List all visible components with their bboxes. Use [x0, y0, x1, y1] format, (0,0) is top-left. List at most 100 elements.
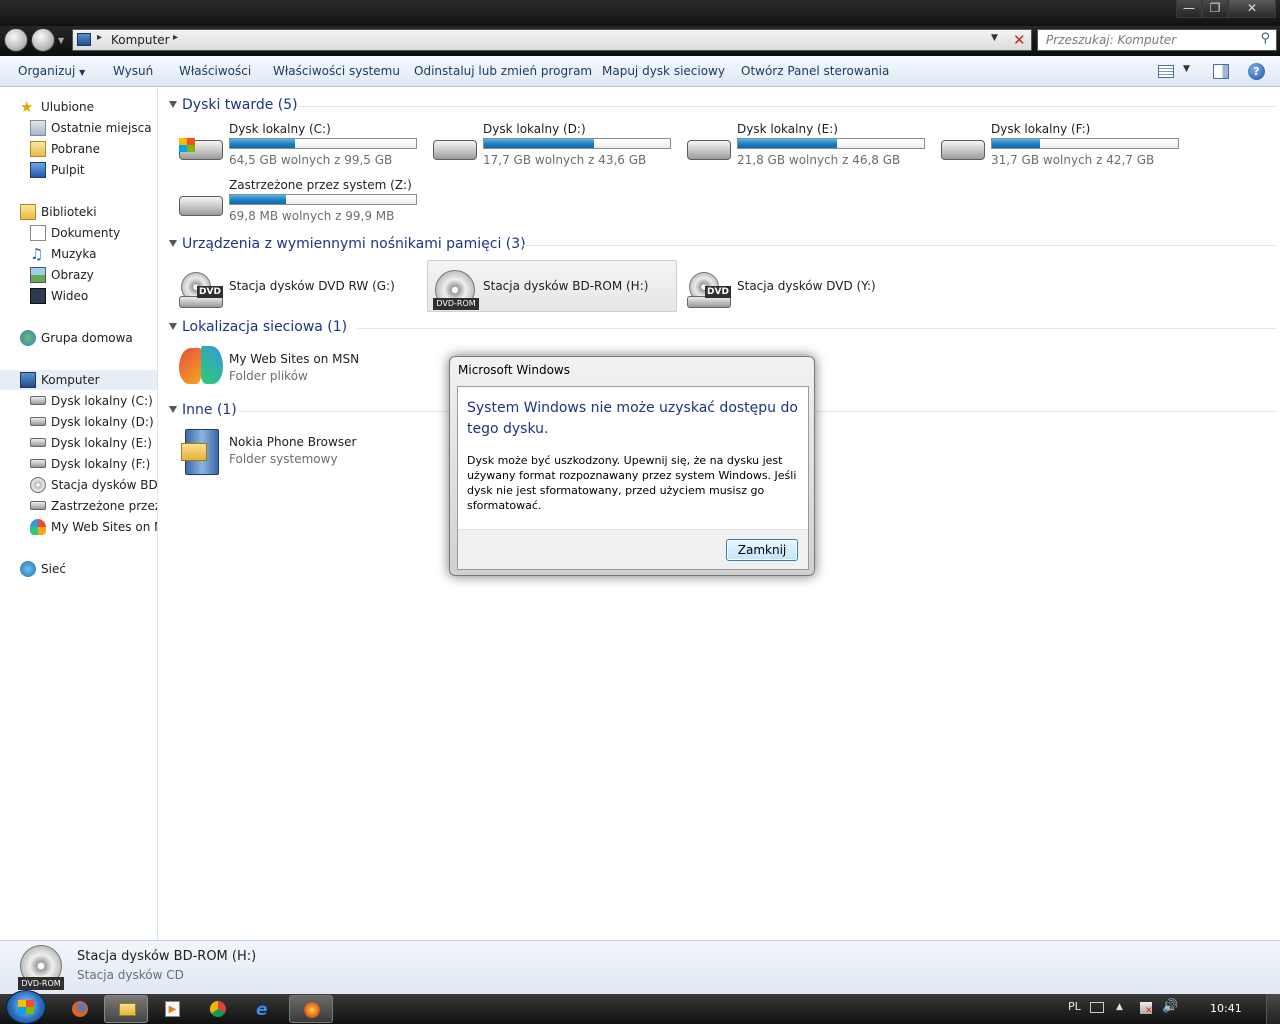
taskbar-chrome[interactable] [196, 995, 240, 1023]
details-item-type: Stacja dysków CD [77, 968, 184, 982]
taskbar-firefox[interactable] [58, 995, 102, 1023]
drive-tile-c[interactable]: Dysk lokalny (C:) 64,5 GB wolnych z 99,5… [177, 122, 425, 172]
stop-icon[interactable]: ✕ [1013, 31, 1026, 49]
nav-label: Dysk lokalny (F:) [51, 457, 151, 471]
drive-free-space: 31,7 GB wolnych z 42,7 GB [991, 153, 1155, 167]
back-button[interactable] [4, 28, 28, 52]
libraries-icon [20, 204, 36, 220]
close-window-button[interactable]: ✕ [1228, 0, 1276, 18]
group-header-hard-drives[interactable]: Dyski twarde (5) [169, 97, 1277, 117]
details-pane: DVD-ROM Stacja dysków BD-ROM (H:) Stacja… [0, 940, 1280, 994]
recent-pages-icon[interactable]: ▼ [58, 36, 64, 45]
computer-icon [20, 372, 36, 388]
drive-name: Zastrzeżone przez system (Z:) [229, 178, 412, 192]
dvd-drive-icon: DVD [685, 270, 735, 310]
drive-tile-d[interactable]: Dysk lokalny (D:) 17,7 GB wolnych z 43,6… [431, 122, 679, 172]
chevron-down-icon[interactable]: ▼ [1183, 64, 1190, 74]
taskbar: ▶ e PL ▲ ✕ 🔊 10:41 [0, 990, 1280, 1024]
group-header-network[interactable]: Lokalizacja sieciowa (1) [169, 319, 1277, 339]
breadcrumb-computer[interactable]: Komputer [111, 33, 170, 47]
nav-drive-h[interactable]: Stacja dysków BD-ROM (H:) [30, 475, 157, 495]
nav-label: Komputer [41, 373, 100, 387]
nav-msn-sites[interactable]: My Web Sites on MSN [30, 517, 157, 537]
group-header-removable[interactable]: Urządzenia z wymiennymi nośnikami pamięc… [169, 236, 1277, 256]
nav-videos[interactable]: Wideo [30, 286, 155, 306]
minimize-button[interactable]: — [1176, 0, 1202, 18]
nav-label: Pulpit [51, 163, 85, 177]
nav-documents[interactable]: Dokumenty [30, 223, 155, 243]
collapse-arrow-icon [169, 101, 177, 108]
uninstall-program-button[interactable]: Odinstaluj lub zmień program [414, 56, 592, 87]
taskbar-app[interactable] [289, 995, 333, 1023]
drive-tile-e[interactable]: Dysk lokalny (E:) 21,8 GB wolnych z 46,8… [685, 122, 933, 172]
nav-computer[interactable]: Komputer [0, 370, 157, 390]
nav-drive-d[interactable]: Dysk lokalny (D:) [30, 412, 157, 432]
hard-drive-icon [177, 186, 227, 226]
view-options-icon[interactable] [1158, 65, 1174, 78]
eject-button[interactable]: Wysuń [113, 56, 153, 87]
nav-drive-f[interactable]: Dysk lokalny (F:) [30, 454, 157, 474]
taskbar-internet-explorer[interactable]: e [242, 995, 286, 1023]
drive-free-space: 17,7 GB wolnych z 43,6 GB [483, 153, 647, 167]
open-control-panel-button[interactable]: Otwórz Panel sterowania [741, 56, 889, 87]
other-item-nokia[interactable]: Nokia Phone Browser Folder systemowy [177, 429, 425, 485]
nav-label: Dysk lokalny (D:) [51, 415, 154, 429]
keyboard-icon[interactable] [1090, 1002, 1104, 1013]
drive-name: Stacja dysków DVD (Y:) [737, 279, 876, 293]
help-icon[interactable]: ? [1248, 63, 1265, 80]
group-divider [521, 245, 1277, 246]
nav-recent-places[interactable]: Ostatnie miejsca [30, 118, 155, 138]
nav-network[interactable]: Sieć [20, 559, 155, 579]
language-indicator[interactable]: PL [1068, 1000, 1081, 1013]
show-hidden-icons-icon[interactable]: ▲ [1116, 1002, 1123, 1012]
item-name: My Web Sites on MSN [229, 352, 360, 366]
nav-libraries[interactable]: Biblioteki [20, 202, 155, 222]
clock[interactable]: 10:41 [1210, 1002, 1242, 1015]
taskbar-media-player[interactable]: ▶ [150, 995, 194, 1023]
drive-tile-f[interactable]: Dysk lokalny (F:) 31,7 GB wolnych z 42,7… [939, 122, 1187, 172]
show-desktop-button[interactable] [1266, 994, 1280, 1024]
taskbar-explorer[interactable] [104, 995, 148, 1023]
address-bar[interactable]: ▸ Komputer ▸ ▼ ✕ [72, 29, 1032, 51]
close-dialog-button[interactable]: Zamknij [726, 539, 798, 561]
breadcrumb-arrow-icon[interactable]: ▸ [173, 32, 178, 43]
nav-label: Ulubione [41, 100, 95, 114]
address-dropdown-icon[interactable]: ▼ [991, 33, 998, 43]
bd-rom-drive-icon: DVD-ROM [431, 270, 481, 310]
drive-tile-y[interactable]: DVD Stacja dysków DVD (Y:) [685, 262, 933, 312]
search-icon[interactable]: ⚲ [1260, 31, 1270, 46]
properties-button[interactable]: Właściwości [179, 56, 251, 87]
drive-usage-fill [992, 139, 1041, 148]
nav-music[interactable]: ♫ Muzyka [30, 244, 155, 264]
system-properties-button[interactable]: Właściwości systemu [273, 56, 400, 87]
nav-downloads[interactable]: Pobrane [30, 139, 155, 159]
hard-drive-icon [939, 130, 989, 170]
bd-rom-drive-icon: DVD-ROM [18, 945, 64, 991]
drive-tile-h[interactable]: DVD-ROM Stacja dysków BD-ROM (H:) [431, 262, 679, 312]
volume-icon[interactable]: 🔊 [1162, 999, 1178, 1014]
forward-button[interactable] [31, 28, 55, 52]
breadcrumb-arrow-icon[interactable]: ▸ [97, 32, 102, 43]
maximize-button[interactable]: ❐ [1202, 0, 1228, 18]
network-item-msn[interactable]: My Web Sites on MSN Folder plików [177, 346, 425, 402]
nav-drive-z[interactable]: Zastrzeżone przez system (Z:) [30, 496, 157, 516]
nav-favorites[interactable]: ★ Ulubione [20, 97, 155, 117]
drive-free-space: 64,5 GB wolnych z 99,5 GB [229, 153, 393, 167]
chrome-icon [210, 1001, 226, 1017]
nav-pictures[interactable]: Obrazy [30, 265, 155, 285]
nav-drive-e[interactable]: Dysk lokalny (E:) [30, 433, 157, 453]
organize-button[interactable]: Organizuj ▼ [18, 56, 85, 87]
map-network-drive-button[interactable]: Mapuj dysk sieciowy [602, 56, 725, 87]
search-input[interactable]: Przeszukaj: Komputer ⚲ [1037, 29, 1277, 51]
app-icon [304, 1002, 320, 1018]
action-center-icon[interactable]: ✕ [1140, 1002, 1153, 1016]
drive-tile-g[interactable]: DVD Stacja dysków DVD RW (G:) [177, 262, 425, 312]
preview-pane-icon[interactable] [1213, 64, 1229, 79]
nav-homegroup[interactable]: Grupa domowa [20, 328, 155, 348]
group-header-other[interactable]: Inne (1) [169, 402, 1277, 422]
start-button[interactable] [6, 990, 46, 1024]
nav-desktop[interactable]: Pulpit [30, 160, 155, 180]
nav-drive-c[interactable]: Dysk lokalny (C:) [30, 391, 157, 411]
drive-tile-z[interactable]: Zastrzeżone przez system (Z:) 69,8 MB wo… [177, 178, 425, 228]
drive-name: Dysk lokalny (E:) [737, 122, 838, 136]
